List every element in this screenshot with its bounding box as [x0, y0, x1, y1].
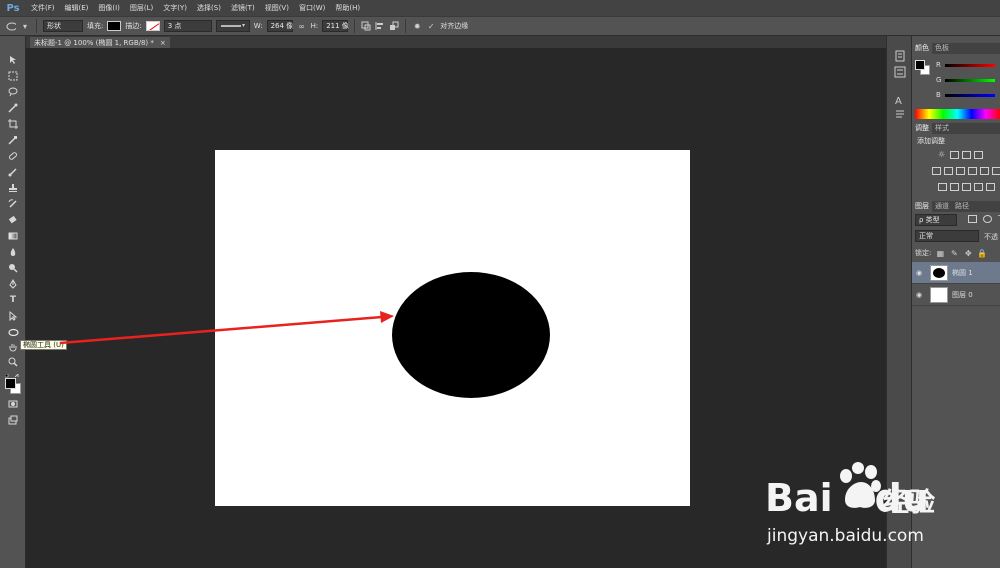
- color-panel-tabs: 颜色 色板: [912, 43, 1000, 54]
- watermark-jingyan: 经验: [883, 488, 936, 518]
- tab-paths[interactable]: 路径: [952, 201, 972, 212]
- layer-filter-select[interactable]: ρ 类型: [915, 214, 957, 226]
- layer-name: 图层 0: [952, 290, 973, 299]
- filter-pixel-icon[interactable]: [968, 215, 977, 223]
- svg-text:A: A: [895, 96, 902, 106]
- lock-pixels-icon[interactable]: ✎: [949, 248, 959, 258]
- tab-channels[interactable]: 通道: [932, 201, 952, 212]
- visibility-eye-icon[interactable]: ◉: [916, 291, 926, 299]
- gradient-map-icon[interactable]: [974, 183, 983, 191]
- properties-panel-icon[interactable]: [894, 66, 906, 78]
- color-spectrum-bar[interactable]: [915, 109, 1000, 119]
- threshold-icon[interactable]: [962, 183, 971, 191]
- lock-all-icon[interactable]: 🔒: [977, 248, 987, 258]
- layer-row-background[interactable]: ◉ 图层 0: [912, 284, 1000, 306]
- red-slider-row: R: [936, 61, 995, 69]
- green-label: G: [936, 76, 942, 84]
- baidu-paw-icon: [837, 462, 881, 510]
- adjustments-panel-tabs: 调整 样式: [912, 123, 1000, 134]
- layer-name: 椭圆 1: [952, 268, 973, 277]
- black-white-icon[interactable]: [968, 167, 977, 175]
- blue-slider-row: B: [936, 91, 995, 99]
- adjustment-icons-row-2: [932, 167, 1000, 175]
- red-label: R: [936, 61, 941, 69]
- layer-row-ellipse[interactable]: ◉ 椭圆 1: [912, 262, 1000, 284]
- hue-saturation-icon[interactable]: [944, 167, 953, 175]
- green-slider[interactable]: [945, 78, 996, 82]
- brightness-icon[interactable]: ☼: [938, 151, 947, 159]
- layer-thumbnail: [930, 286, 948, 303]
- history-panel-icon[interactable]: [894, 50, 906, 62]
- watermark-url: jingyan.baidu.com: [767, 526, 924, 546]
- blue-label: B: [936, 91, 941, 99]
- paragraph-panel-icon[interactable]: [894, 108, 906, 120]
- tab-color[interactable]: 颜色: [912, 43, 932, 54]
- lock-row: 锁定: ▦ ✎ ✥ 🔒: [915, 248, 987, 258]
- tab-layers[interactable]: 图层: [912, 201, 932, 212]
- posterize-icon[interactable]: [950, 183, 959, 191]
- selective-color-icon[interactable]: [986, 183, 995, 191]
- vibrance-icon[interactable]: [932, 167, 941, 175]
- adjustment-icons-row-1: ☼: [938, 151, 986, 159]
- layer-thumbnail: [930, 264, 948, 281]
- blue-slider[interactable]: [944, 93, 995, 97]
- opacity-label: 不透: [984, 233, 998, 241]
- channel-mixer-icon[interactable]: [992, 167, 1000, 175]
- lock-label: 锁定:: [915, 249, 932, 257]
- invert-icon[interactable]: [938, 183, 947, 191]
- lock-transparency-icon[interactable]: ▦: [935, 248, 945, 258]
- visibility-eye-icon[interactable]: ◉: [916, 269, 926, 277]
- character-panel-icon[interactable]: A: [894, 94, 906, 107]
- adjustment-icons-row-3: [938, 183, 998, 191]
- photo-filter-icon[interactable]: [980, 167, 989, 175]
- foreground-color-swatch[interactable]: [5, 378, 16, 389]
- blend-mode-select[interactable]: 正常: [915, 230, 979, 242]
- panel-foreground-swatch[interactable]: [915, 60, 925, 70]
- exposure-icon[interactable]: [974, 151, 983, 159]
- layer-filter-icons: T: [968, 215, 1000, 223]
- lock-position-icon[interactable]: ✥: [963, 248, 973, 258]
- watermark-bai: Bai: [765, 476, 833, 520]
- tab-adjustments[interactable]: 调整: [912, 123, 932, 134]
- tab-swatches[interactable]: 色板: [932, 43, 952, 54]
- blend-mode-value: 正常: [919, 232, 933, 240]
- layers-panel-tabs: 图层 通道 路径: [912, 201, 1000, 212]
- levels-icon[interactable]: [950, 151, 959, 159]
- red-slider[interactable]: [944, 63, 995, 67]
- green-slider-row: G: [936, 76, 996, 84]
- layer-filter-value: ρ 类型: [919, 216, 940, 224]
- filter-adjustment-icon[interactable]: [983, 215, 992, 223]
- color-balance-icon[interactable]: [956, 167, 965, 175]
- tab-styles[interactable]: 样式: [932, 123, 952, 134]
- adjustments-title: 添加调整: [917, 137, 945, 145]
- curves-icon[interactable]: [962, 151, 971, 159]
- baidu-jingyan-watermark: Bai du 经验 jingyan.baidu.com: [765, 462, 965, 562]
